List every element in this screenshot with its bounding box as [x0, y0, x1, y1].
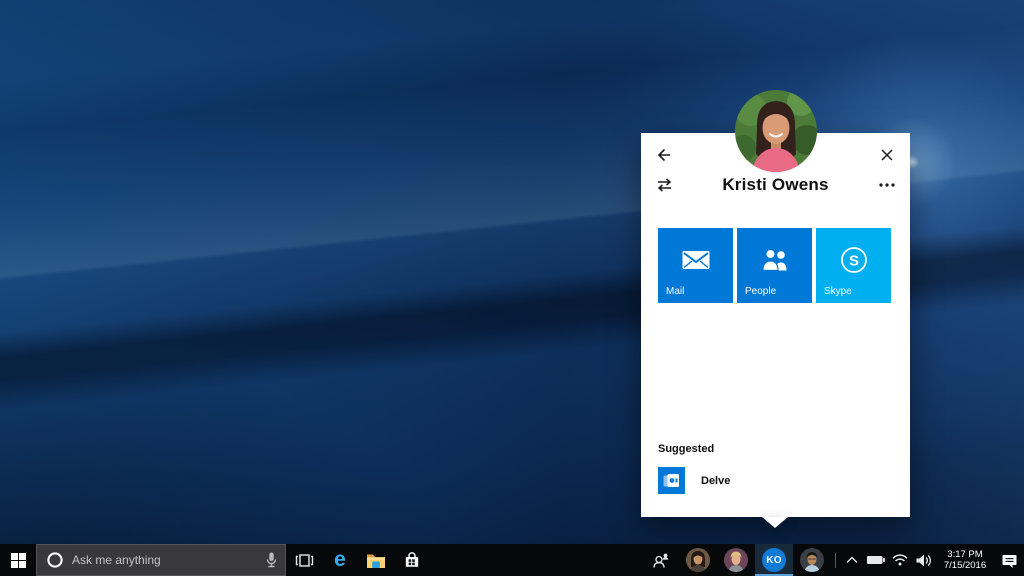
battery-icon	[866, 554, 886, 566]
action-center-button[interactable]	[994, 544, 1024, 576]
task-view-icon	[295, 552, 314, 569]
microphone-icon[interactable]	[257, 551, 285, 569]
battery-status[interactable]	[864, 544, 888, 576]
chevron-up-icon	[845, 555, 859, 565]
task-view-button[interactable]	[286, 544, 322, 576]
tray-clock[interactable]: 3:17 PM 7/15/2016	[936, 544, 994, 576]
tile-label: Skype	[824, 286, 852, 297]
show-hidden-icons-button[interactable]	[840, 544, 864, 576]
svg-text:S: S	[848, 252, 858, 269]
back-button[interactable]	[651, 142, 677, 168]
suggested-app-label: Delve	[701, 475, 730, 487]
delve-icon	[658, 467, 685, 494]
people-silhouettes-icon	[761, 247, 789, 272]
pinned-contact-3[interactable]	[793, 544, 831, 576]
network-status[interactable]	[888, 544, 912, 576]
start-button[interactable]	[0, 544, 36, 576]
clock-time: 3:17 PM	[947, 549, 982, 560]
taskbar-spacer	[430, 544, 643, 576]
me-contact-button-selected[interactable]: KO	[755, 544, 793, 576]
cortana-icon	[46, 551, 64, 569]
people-tile[interactable]: People	[737, 228, 812, 303]
pinned-contact-2[interactable]	[717, 544, 755, 576]
edge-icon: e	[334, 548, 346, 572]
cortana-search-box[interactable]	[36, 544, 286, 576]
suggested-app-delve[interactable]: Delve	[658, 467, 730, 494]
initials-badge: KO	[762, 548, 786, 572]
contact-avatar-3	[800, 548, 824, 572]
file-explorer-button[interactable]	[358, 544, 394, 576]
back-arrow-icon	[655, 146, 673, 164]
windows-logo-icon	[11, 553, 26, 568]
my-people-button[interactable]	[643, 544, 679, 576]
store-icon	[403, 551, 421, 569]
wifi-icon	[891, 553, 909, 567]
tile-label: Mail	[666, 286, 684, 297]
skype-s-icon: S	[838, 244, 870, 276]
action-center-icon	[1001, 552, 1018, 569]
suggested-heading: Suggested	[658, 443, 714, 455]
taskbar: e	[0, 544, 1024, 576]
contact-avatar-1	[686, 548, 710, 572]
tray-separator	[835, 553, 836, 568]
mail-envelope-icon	[681, 248, 710, 271]
mail-tile[interactable]: Mail	[658, 228, 733, 303]
people-outline-icon	[651, 551, 671, 569]
clock-date: 7/15/2016	[944, 560, 986, 571]
file-explorer-icon	[366, 552, 386, 569]
search-input[interactable]	[64, 553, 257, 567]
desktop: Kristi Owens Mail	[0, 0, 1024, 576]
close-button[interactable]	[874, 142, 900, 168]
close-icon	[880, 148, 894, 162]
skype-tile[interactable]: S Skype	[816, 228, 891, 303]
edge-button[interactable]: e	[322, 544, 358, 576]
flyout-pointer	[762, 517, 788, 528]
tile-label: People	[745, 286, 776, 297]
store-button[interactable]	[394, 544, 430, 576]
volume-icon	[915, 553, 933, 568]
contact-name: Kristi Owens	[641, 175, 910, 195]
app-tile-row: Mail People S	[658, 228, 891, 303]
contact-avatar	[735, 90, 817, 172]
contact-avatar-2	[724, 548, 748, 572]
pinned-contact-1[interactable]	[679, 544, 717, 576]
my-people-flyout: Kristi Owens Mail	[641, 133, 910, 517]
volume-control[interactable]	[912, 544, 936, 576]
